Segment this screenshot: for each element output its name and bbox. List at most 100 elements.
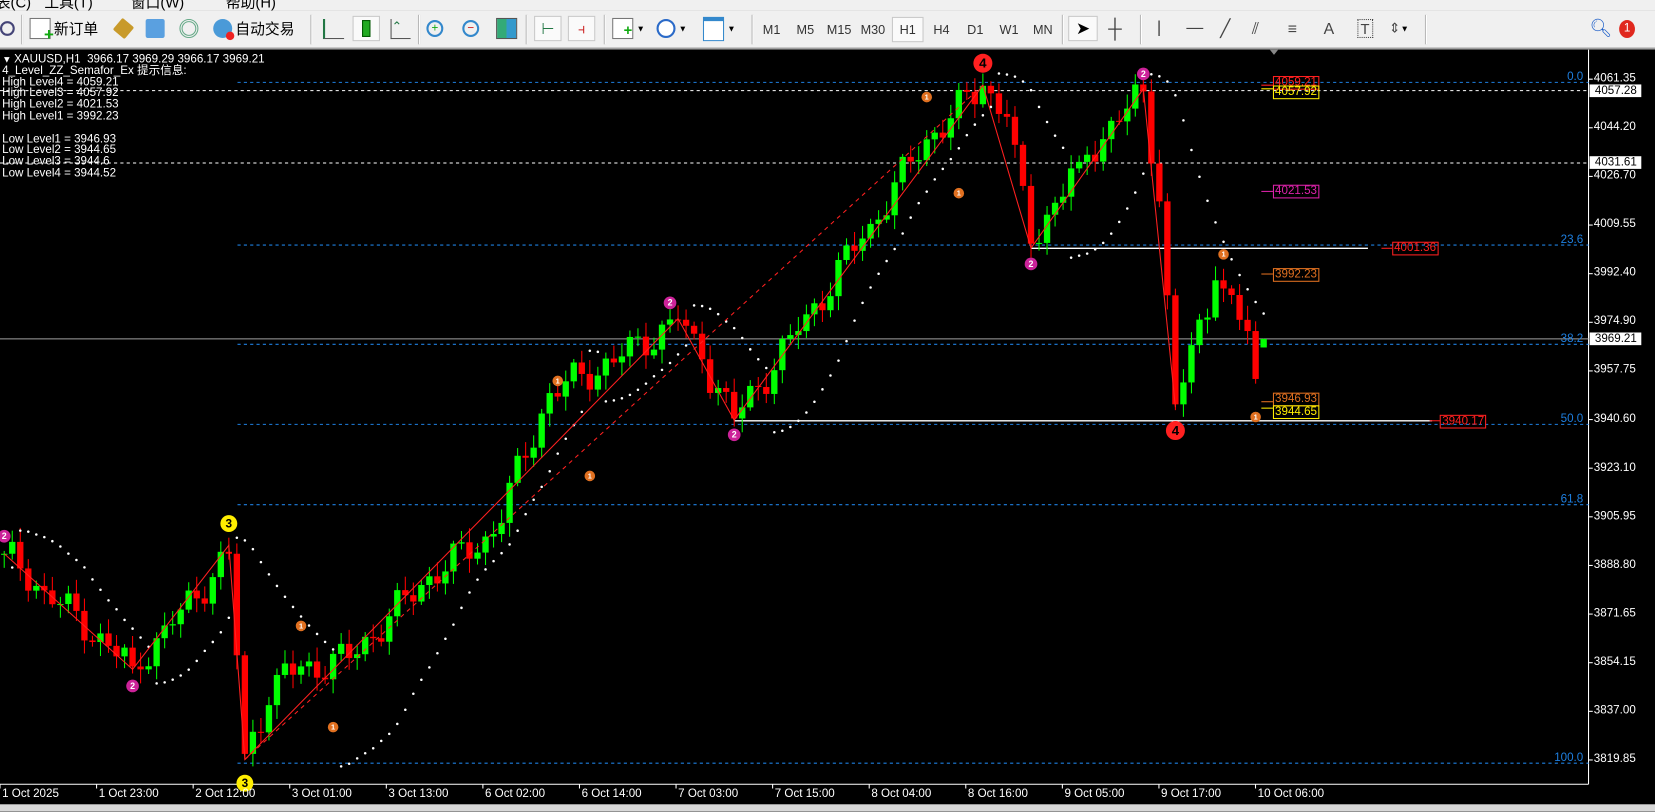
- bear-candle: [723, 388, 730, 392]
- semafor-level-number: 4: [979, 56, 987, 71]
- price-axis-label: 4044.20: [1593, 120, 1636, 134]
- sar-dot: [484, 568, 487, 571]
- timeframe-m1[interactable]: M1: [756, 17, 788, 42]
- sar-dot: [636, 388, 640, 392]
- chart-shift-marker-icon: [1269, 49, 1279, 55]
- sar-dot: [243, 539, 247, 542]
- bull-candle: [634, 336, 642, 338]
- arrows-button[interactable]: ⇕ ▼: [1389, 16, 1409, 41]
- sar-dot: [524, 512, 527, 516]
- terminal-button[interactable]: [179, 16, 201, 41]
- bull-candle: [426, 576, 433, 586]
- menu-help[interactable]: 帮助(H): [226, 0, 276, 11]
- sar-dot: [388, 732, 391, 736]
- zoom-out-button[interactable]: −: [462, 16, 482, 41]
- price-axis-label: 3905.95: [1593, 509, 1636, 523]
- templates-button[interactable]: ▼: [702, 16, 736, 41]
- bar-chart-button[interactable]: [322, 16, 347, 41]
- timeframe-mn[interactable]: MN: [1027, 17, 1059, 42]
- chart-area[interactable]: 223311112211422141 ▼ XAUUSD,H1 3966.17 3…: [0, 49, 1655, 805]
- sar-dot: [1142, 172, 1145, 175]
- sar-dot: [700, 304, 704, 308]
- sar-dot: [885, 259, 888, 263]
- fib-level-label: 100.0: [1554, 751, 1584, 765]
- time-axis-label: 8 Oct 04:00: [871, 787, 932, 801]
- time-axis-label: 9 Oct 17:00: [1161, 787, 1222, 801]
- time-axis-label: 10 Oct 06:00: [1257, 787, 1325, 801]
- sar-dot: [18, 529, 22, 532]
- bull-candle: [418, 585, 425, 602]
- fibonacci-button[interactable]: ≡: [1288, 16, 1297, 41]
- candlestick-chart-button[interactable]: [352, 15, 380, 42]
- zoom-in-button[interactable]: +: [426, 16, 446, 41]
- periods-button[interactable]: ▼: [656, 16, 687, 41]
- auto-trading-label: 自动交易: [235, 20, 295, 37]
- sar-dot: [1069, 256, 1073, 259]
- timeframe-h1[interactable]: H1: [891, 16, 924, 43]
- data-window-button[interactable]: [145, 16, 168, 41]
- sar-dot: [35, 533, 38, 536]
- timeframe-w1[interactable]: W1: [993, 17, 1025, 42]
- menu-bar: 表(C) 工具(T) 窗口(W) 帮助(H): [0, 0, 1655, 11]
- toolbar-separator: [751, 14, 754, 45]
- timeframe-h4[interactable]: H4: [926, 17, 958, 42]
- text-label-button[interactable]: T: [1357, 16, 1373, 41]
- level-price-box: 3944.65: [1272, 404, 1320, 419]
- sar-dot: [652, 375, 656, 378]
- chart-shift-button[interactable]: ⫞: [567, 15, 596, 42]
- cursor-tool-button[interactable]: ➤: [1068, 15, 1098, 42]
- sar-dot: [556, 452, 559, 455]
- menu-charts[interactable]: 表(C): [0, 0, 31, 11]
- line-chart-button[interactable]: ⌃: [390, 16, 414, 41]
- search-button[interactable]: 🔍︎: [1590, 16, 1613, 41]
- auto-trading-button[interactable]: 自动交易: [213, 16, 294, 41]
- time-axis-label: 3 Oct 13:00: [388, 787, 449, 801]
- trendline-button[interactable]: ╱: [1220, 16, 1230, 41]
- bull-candle: [891, 182, 898, 216]
- time-axis-label: 9 Oct 05:00: [1064, 787, 1125, 801]
- sar-dot: [1013, 75, 1017, 78]
- vertical-line-button[interactable]: |: [1157, 16, 1161, 41]
- text-tool-button[interactable]: A: [1324, 16, 1335, 41]
- sar-dot: [27, 530, 30, 533]
- menu-tools[interactable]: 工具(T): [44, 0, 92, 11]
- semafor-level-number: 1: [925, 92, 929, 101]
- sar-dot: [965, 133, 969, 137]
- autoscroll-button[interactable]: ⊢: [534, 15, 562, 42]
- crosshair-tool-button[interactable]: ┼: [1108, 16, 1121, 41]
- horizontal-line-button[interactable]: —: [1186, 16, 1203, 41]
- sar-dot: [420, 678, 423, 681]
- autoscroll-icon: ⊢: [541, 19, 555, 37]
- fibonacci-icon: ≡: [1287, 19, 1297, 38]
- sar-dot: [1061, 146, 1065, 150]
- candlestick-icon: [362, 20, 371, 37]
- timeframe-d1[interactable]: D1: [959, 17, 991, 42]
- sar-dot: [1246, 287, 1249, 291]
- sar-dot: [1254, 300, 1257, 304]
- collapse-triangle-icon[interactable]: ▼: [2, 54, 14, 65]
- tile-windows-button[interactable]: [496, 16, 520, 41]
- timeframe-m15[interactable]: M15: [823, 17, 855, 42]
- bear-candle: [1244, 319, 1251, 332]
- sar-dot: [660, 368, 664, 372]
- sar-dot: [123, 618, 126, 622]
- equidistant-channel-button[interactable]: ⫽: [1252, 16, 1259, 41]
- market-watch-button[interactable]: [112, 16, 136, 41]
- timeframe-m5[interactable]: M5: [790, 17, 822, 42]
- sar-dot: [612, 399, 616, 402]
- menu-window[interactable]: 窗口(W): [131, 0, 184, 11]
- sar-dot: [99, 588, 102, 592]
- zoom-glass-button[interactable]: [0, 16, 18, 41]
- bear-candle: [578, 362, 585, 374]
- sar-dot: [813, 400, 816, 403]
- bull-candle: [1067, 168, 1075, 197]
- bull-candle: [1212, 280, 1219, 318]
- indicators-button[interactable]: + ▼: [612, 16, 645, 41]
- new-order-button[interactable]: + 新订单: [29, 16, 98, 44]
- navigator-icon: [145, 18, 165, 38]
- sar-dot: [444, 637, 447, 640]
- bear-candle: [1156, 163, 1163, 202]
- timeframe-m30[interactable]: M30: [857, 17, 889, 42]
- notifications-button[interactable]: 1: [1619, 16, 1635, 41]
- price-axis-label: 3957.75: [1593, 363, 1636, 377]
